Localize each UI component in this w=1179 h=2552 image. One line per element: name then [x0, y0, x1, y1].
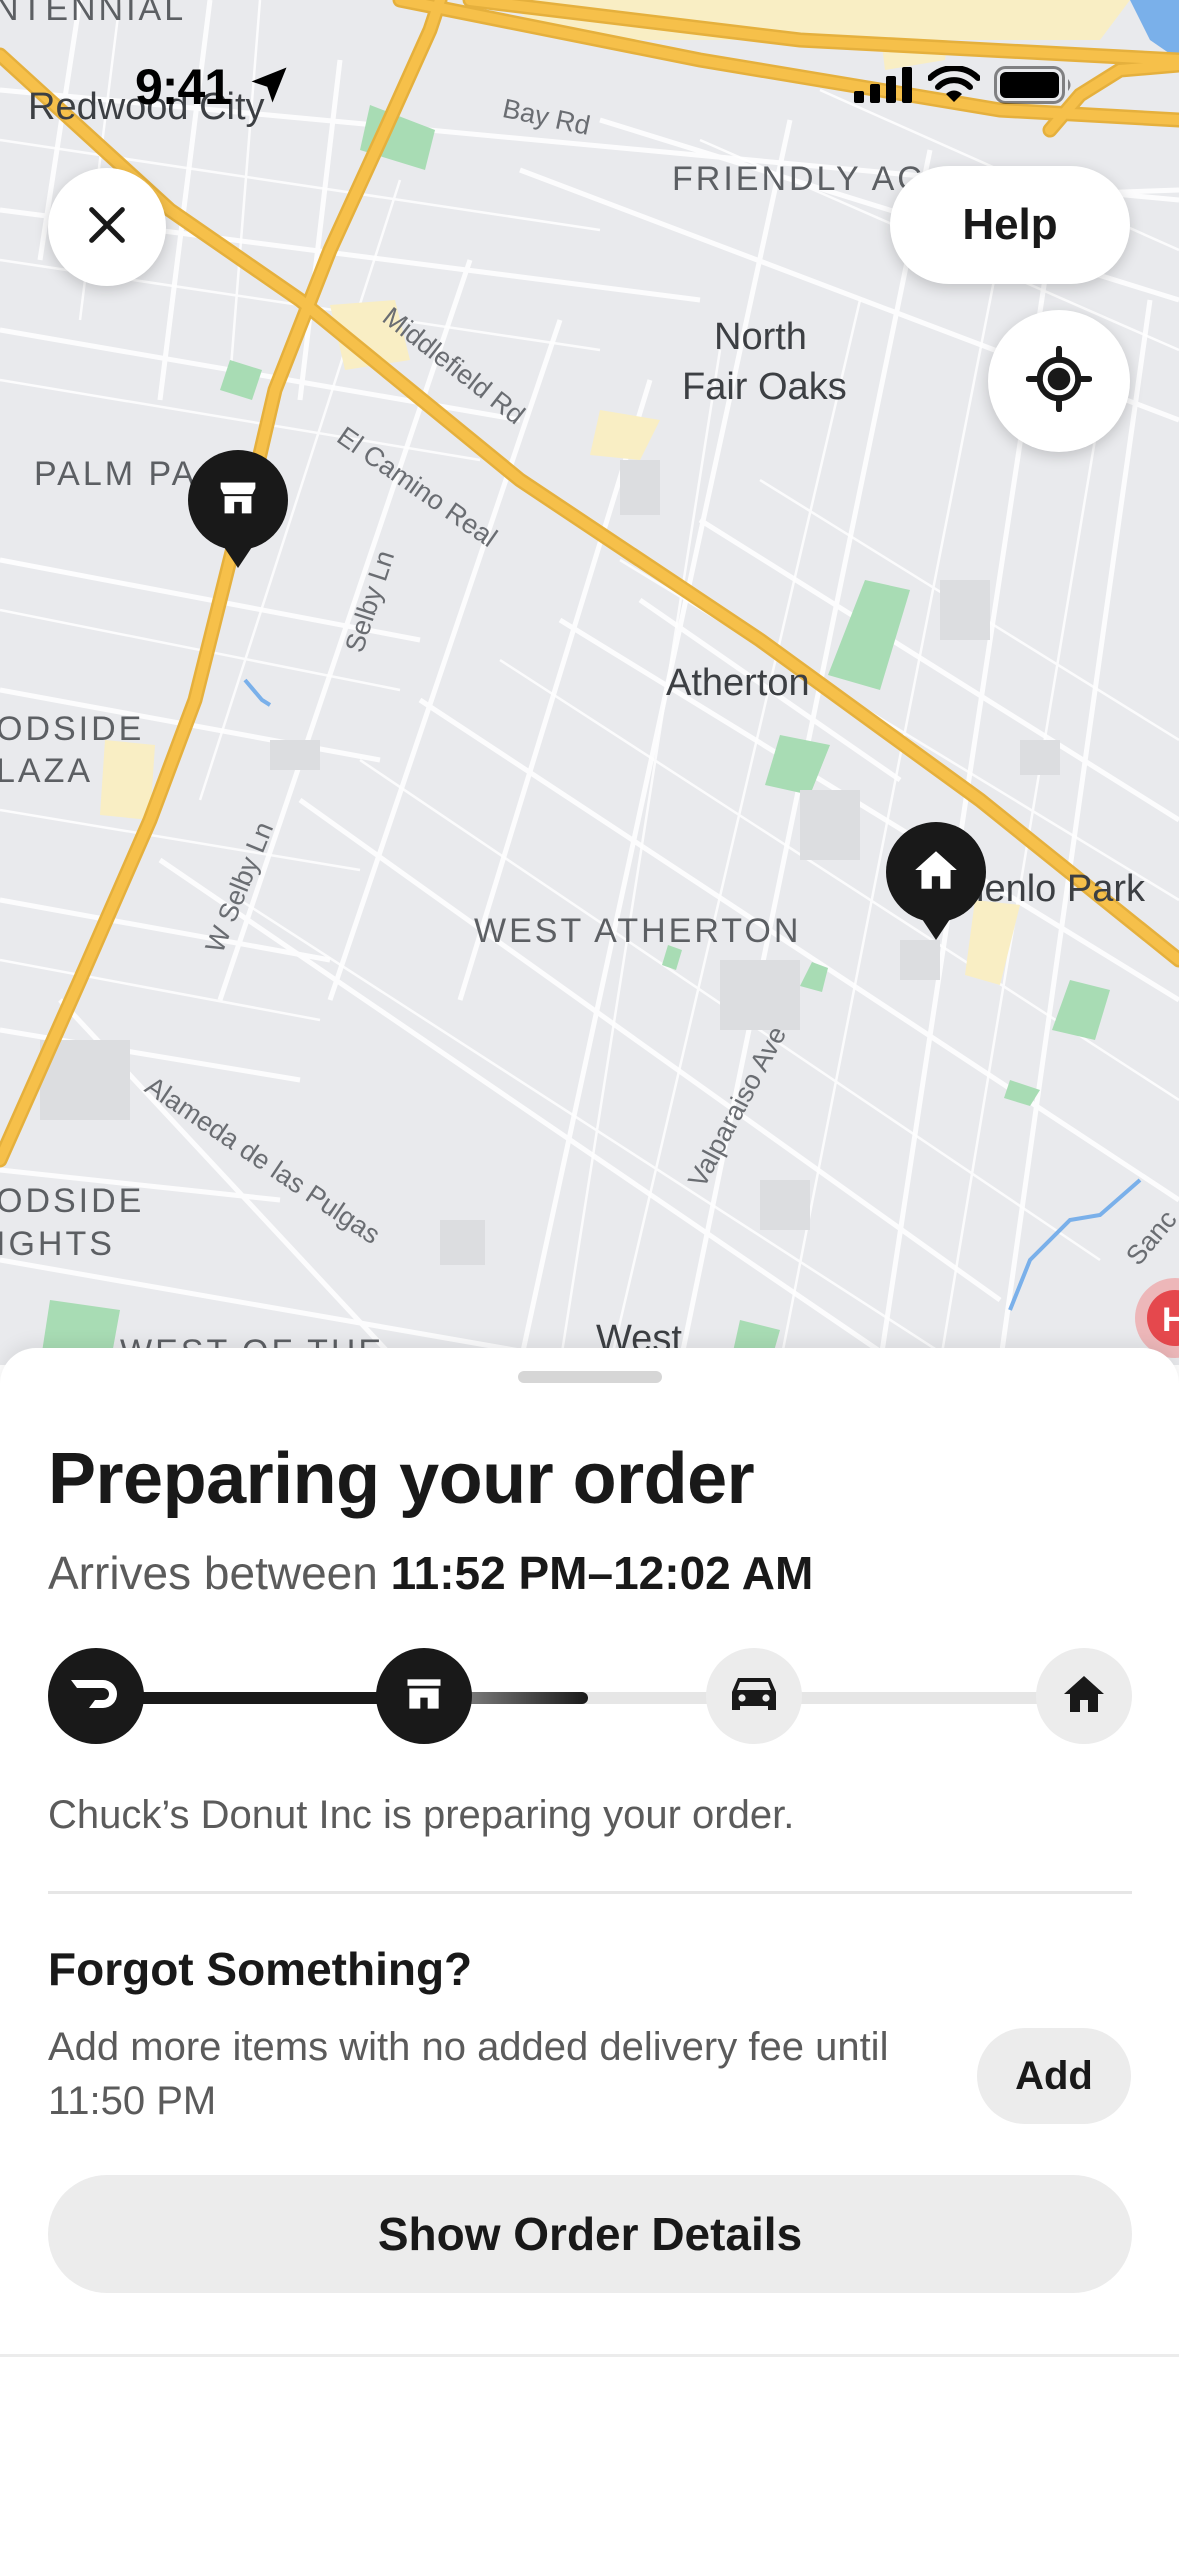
- battery-icon: [994, 66, 1074, 109]
- order-status-title: Preparing your order: [48, 1439, 755, 1519]
- forgot-something-title: Forgot Something?: [48, 1943, 473, 1995]
- town-label: Atherton: [666, 662, 810, 704]
- storefront-icon: [215, 475, 261, 526]
- forgot-something-description: Add more items with no added delivery fe…: [48, 2025, 889, 2123]
- area-label: LAZA: [0, 752, 94, 790]
- add-items-button[interactable]: Add: [977, 2028, 1131, 2124]
- order-status-sheet: Preparing your order Arrives between 11:…: [0, 1348, 1179, 2552]
- status-time: 9:41: [135, 59, 232, 115]
- status-bar: 9:41: [0, 0, 1179, 150]
- sheet-drag-handle[interactable]: [518, 1371, 662, 1383]
- order-progress-tracker: [48, 1648, 1132, 1748]
- bottom-divider: [0, 2354, 1179, 2357]
- location-arrow-icon: [248, 64, 290, 111]
- wifi-icon: [927, 65, 981, 109]
- storefront-icon: [402, 1672, 446, 1721]
- eta-text: Arrives between 11:52 PM–12:02 AM: [48, 1546, 813, 1600]
- area-label: WEST ATHERTON: [474, 912, 802, 950]
- eta-prefix: Arrives between: [48, 1547, 378, 1599]
- doordash-logo-icon: [69, 1676, 123, 1717]
- store-pin[interactable]: [188, 450, 288, 568]
- area-label: PALM PA: [34, 455, 198, 493]
- step-ordered: [48, 1648, 144, 1744]
- area-label: ODSIDE: [0, 710, 145, 748]
- show-order-details-button[interactable]: Show Order Details: [48, 2175, 1132, 2293]
- town-label: Fair Oaks: [682, 366, 847, 408]
- step-delivering: [706, 1648, 802, 1744]
- cellular-signal-icon: [854, 67, 914, 108]
- order-status-message: Chuck’s Donut Inc is preparing your orde…: [48, 1793, 795, 1837]
- area-label: ODSIDE: [0, 1182, 145, 1220]
- close-icon: [84, 202, 130, 253]
- home-icon: [911, 845, 961, 900]
- home-icon: [1060, 1670, 1108, 1723]
- town-label: lenlo Park: [976, 868, 1145, 910]
- home-pin[interactable]: [886, 822, 986, 940]
- map-view[interactable]: H NTENNIAL FRIENDLY AC PALM PA ODSIDE LA…: [0, 0, 1179, 1365]
- area-label: FRIENDLY AC: [672, 160, 925, 198]
- step-preparing: [376, 1648, 472, 1744]
- step-delivered: [1036, 1648, 1132, 1744]
- section-divider: [48, 1891, 1132, 1894]
- recenter-location-button[interactable]: [988, 310, 1130, 452]
- help-button[interactable]: Help: [890, 166, 1130, 284]
- close-button[interactable]: [48, 168, 166, 286]
- crosshair-icon: [1025, 345, 1093, 417]
- svg-text:H: H: [1162, 1301, 1179, 1339]
- eta-window: 11:52 PM–12:02 AM: [390, 1547, 814, 1599]
- area-label: IGHTS: [0, 1225, 115, 1263]
- car-icon: [728, 1672, 780, 1721]
- town-label: North: [714, 316, 807, 358]
